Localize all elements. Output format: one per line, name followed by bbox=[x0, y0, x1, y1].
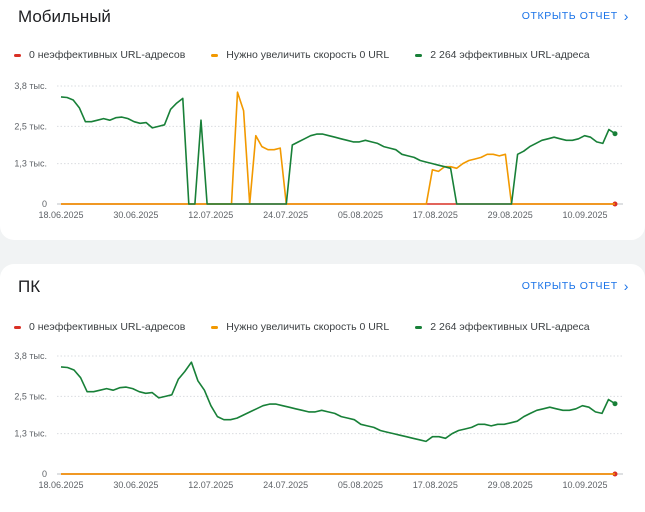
x-tick-label: 29.08.2025 bbox=[488, 210, 533, 220]
legend-label: 2 264 эффективных URL-адреса bbox=[430, 321, 590, 333]
legend-item-good[interactable]: 2 264 эффективных URL-адреса bbox=[415, 49, 590, 61]
card-title: ПК bbox=[18, 277, 41, 296]
open-report-button[interactable]: ОТКРЫТЬ ОТЧЕТ › bbox=[521, 278, 629, 294]
legend: 0 неэффективных URL-адресов Нужно увелич… bbox=[14, 321, 616, 333]
x-tick-label: 12.07.2025 bbox=[188, 480, 233, 490]
legend-label: 0 неэффективных URL-адресов bbox=[29, 49, 186, 61]
legend-label: Нужно увеличить скорость 0 URL bbox=[226, 321, 390, 333]
y-tick-label: 3,8 тыс. bbox=[14, 81, 47, 91]
y-tick-label: 0 bbox=[42, 199, 47, 209]
x-tick-label: 24.07.2025 bbox=[263, 210, 308, 220]
x-tick-label: 17.08.2025 bbox=[413, 210, 458, 220]
legend-swatch-orange bbox=[211, 53, 219, 57]
series-end-point-green bbox=[612, 401, 618, 407]
x-tick-label: 05.08.2025 bbox=[338, 480, 383, 490]
card-title: Мобильный bbox=[18, 7, 111, 26]
x-tick-label: 30.06.2025 bbox=[113, 210, 158, 220]
series-line-green bbox=[60, 361, 616, 443]
x-tick-label: 29.08.2025 bbox=[488, 480, 533, 490]
series-end-point-green bbox=[612, 131, 618, 137]
legend-item-needs-improvement[interactable]: Нужно увеличить скорость 0 URL bbox=[211, 49, 389, 61]
x-tick-label: 17.08.2025 bbox=[413, 480, 458, 490]
x-tick-label: 10.09.2025 bbox=[563, 210, 608, 220]
legend-label: Нужно увеличить скорость 0 URL bbox=[226, 49, 390, 61]
legend-label: 0 неэффективных URL-адресов bbox=[29, 321, 186, 333]
y-tick-label: 2,5 тыс. bbox=[14, 121, 47, 131]
x-tick-label: 18.06.2025 bbox=[38, 210, 83, 220]
open-report-label: ОТКРЫТЬ ОТЧЕТ bbox=[521, 280, 618, 292]
legend-swatch-green bbox=[415, 325, 423, 329]
x-tick-label: 12.07.2025 bbox=[188, 210, 233, 220]
legend-item-poor[interactable]: 0 неэффективных URL-адресов bbox=[14, 49, 185, 61]
legend-swatch-orange bbox=[211, 325, 219, 329]
y-tick-label: 1,3 тыс. bbox=[14, 159, 47, 169]
legend-swatch-red bbox=[14, 53, 21, 57]
legend: 0 неэффективных URL-адресов Нужно увелич… bbox=[14, 49, 616, 61]
x-tick-label: 05.08.2025 bbox=[338, 210, 383, 220]
x-tick-label: 10.09.2025 bbox=[563, 480, 608, 490]
open-report-button[interactable]: ОТКРЫТЬ ОТЧЕТ › bbox=[521, 8, 629, 24]
legend-swatch-red bbox=[14, 325, 21, 329]
legend-label: 2 264 эффективных URL-адреса bbox=[430, 49, 590, 61]
y-tick-label: 1,3 тыс. bbox=[14, 429, 47, 439]
x-tick-label: 30.06.2025 bbox=[113, 480, 158, 490]
series-line-green bbox=[60, 96, 616, 205]
desktop-chart: 3,8 тыс. 2,5 тыс. 1,3 тыс. 018.06.2025 30.06… bbox=[14, 351, 623, 490]
legend-item-needs-improvement[interactable]: Нужно увеличить скорость 0 URL bbox=[211, 321, 389, 333]
legend-swatch-green bbox=[415, 53, 423, 57]
y-tick-label: 3,8 тыс. bbox=[14, 351, 47, 361]
legend-item-poor[interactable]: 0 неэффективных URL-адресов bbox=[14, 321, 185, 333]
series-line-orange bbox=[61, 91, 615, 205]
x-tick-label: 24.07.2025 bbox=[263, 480, 308, 490]
chevron-right-icon: › bbox=[623, 8, 629, 24]
legend-item-good[interactable]: 2 264 эффективных URL-адреса bbox=[415, 321, 590, 333]
y-tick-label: 0 bbox=[42, 469, 47, 479]
chevron-right-icon: › bbox=[623, 278, 629, 294]
y-tick-label: 2,5 тыс. bbox=[14, 391, 47, 401]
mobile-chart: 3,8 тыс. 2,5 тыс. 1,3 тыс. 018.06.2025 30.06… bbox=[14, 81, 623, 220]
open-report-label: ОТКРЫТЬ ОТЧЕТ bbox=[521, 10, 618, 22]
x-tick-label: 18.06.2025 bbox=[38, 480, 83, 490]
